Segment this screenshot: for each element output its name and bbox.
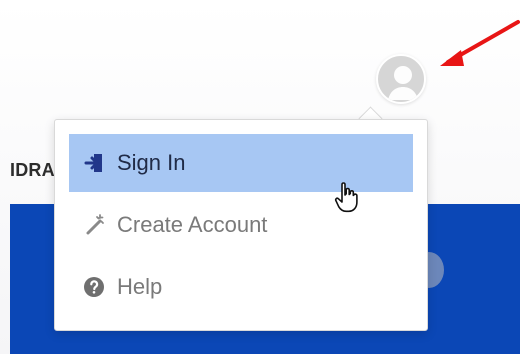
sign-in-label: Sign In: [117, 150, 186, 175]
help-icon: [83, 275, 117, 299]
hand-cursor-icon: [334, 182, 358, 213]
help-menu-item[interactable]: Help: [69, 258, 413, 316]
sign-in-icon: [83, 151, 117, 175]
annotation-arrow-icon: [440, 20, 520, 66]
magic-wand-icon: [83, 213, 117, 237]
user-menu-dropdown: Sign In Create Account Help: [54, 119, 428, 331]
create-account-label: Create Account: [117, 212, 268, 237]
help-label: Help: [117, 274, 163, 299]
user-avatar-button[interactable]: [376, 54, 426, 104]
nav-label[interactable]: IDRA: [10, 160, 55, 181]
